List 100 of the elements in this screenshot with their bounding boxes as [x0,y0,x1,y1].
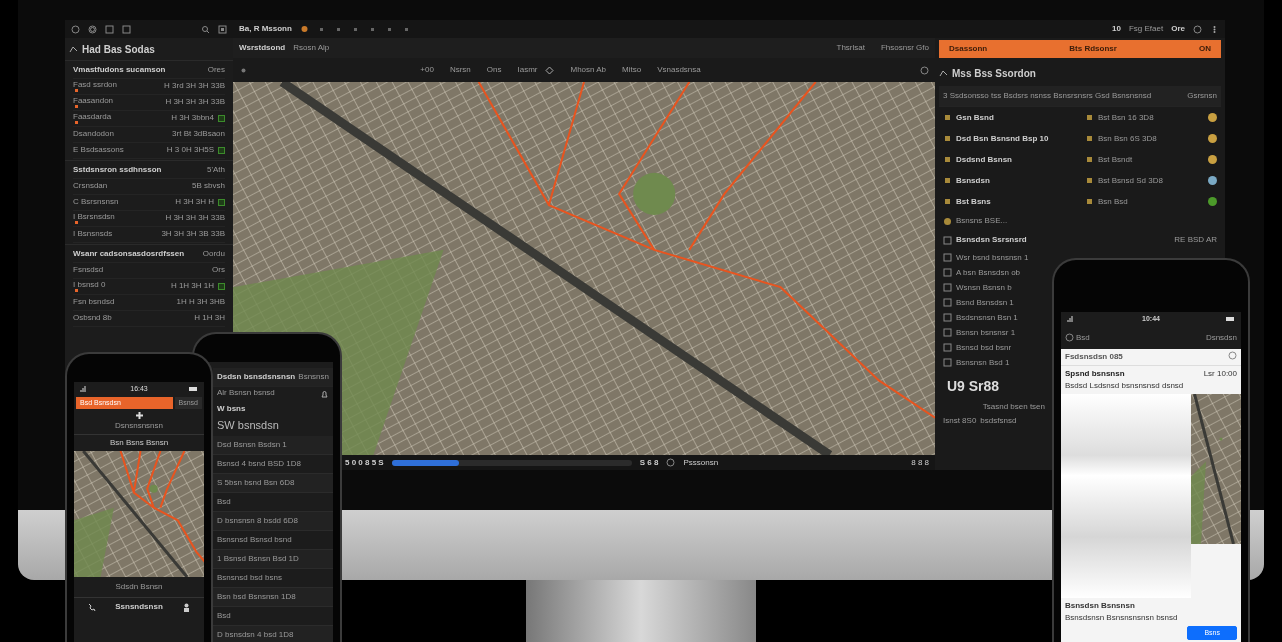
bullet-icon[interactable] [943,134,952,143]
list-row[interactable]: Dsd Bsnsn Bsdsn 1 [213,435,333,455]
bottom-subtitle: Bsnsdsnsn Bsnsnsnsnsn bsnsd [1065,611,1179,624]
item-value: H 1H 3H [194,314,225,323]
item-value: Ors [212,266,225,275]
item-name: E Bsdsassons [73,146,124,155]
status-label: Psssonsn [683,456,719,469]
toolbar-link[interactable]: Fhsosnsr Gfo [881,42,929,54]
square-icon[interactable] [122,24,131,34]
phone-nav-label[interactable]: Ssnsndsnsn [115,601,163,613]
section-heading: Vmastfudons sucamson [73,64,166,76]
sidebar-row[interactable]: Dsandodon 3rt Bt 3dBsaon [73,127,225,143]
item-name: Fsnsdsd [73,266,104,275]
item-value: 5B sbvsh [192,182,225,191]
bullet-icon[interactable] [1085,134,1094,143]
person-icon[interactable] [182,602,192,612]
bullet-icon[interactable] [943,176,952,185]
table-header: 3 Ssdsonsso tss Bsdsrs nsnss Bsnsrsnsrs Gsd Bsnsnsnsd [943,90,1152,102]
section-meta: 5'Ath [207,164,225,176]
item-value: H 3H 3H 3H 33B [165,98,225,107]
item-value: 3rt Bt 3dBsaon [172,130,225,139]
status-codes: S 6 8 [639,456,659,469]
panel-title: Mss Bss Ssordon [952,66,1036,81]
bullet-icon[interactable] [1085,176,1094,185]
bullet-icon[interactable] [943,113,952,122]
item-name: Fasd ssrdon [73,80,118,90]
toolbar-item[interactable]: Vsnasdsnsa [657,64,701,76]
list-item[interactable]: Bsdsnsnsn Bsn 1 [956,311,1018,324]
toolbar-item[interactable]: Nsrsn [449,64,471,76]
sidebar-row[interactable]: Osbsnd 8b H 1H 3H [73,311,225,327]
sidebar-row[interactable]: Faasandon H 3H 3H 3H 33B [73,95,225,111]
list-item[interactable]: Bsnsnsn Bsd 1 [956,356,1010,369]
list-item[interactable]: A bsn Bsnsdsn ob [956,266,1021,279]
toolbar-item[interactable]: Ons [486,64,502,76]
bullet-icon[interactable] [943,197,952,206]
phone-header-meta: Bsnsnsn [298,371,329,383]
list-item[interactable]: Bsnsn bsnsnsr 1 [956,326,1016,339]
footer-text: Tsasnd bsen tsen [982,401,1045,413]
plus-icon[interactable] [134,411,144,420]
sidebar-row[interactable]: C Bsrsnsnsn H 3H 3H H [73,195,225,211]
summary-value: U9 Sr88 [947,378,1000,394]
map-tab[interactable]: Wsrstdsond [239,42,286,54]
phone-icon[interactable] [86,602,96,612]
row-value: Bst Bsn 16 3D8 [1098,111,1155,124]
list-value: RE BSD AR [1174,234,1217,246]
toolbar-link[interactable]: Thsrlsat [836,42,865,54]
phone-header-meta: Dsnsdsn [1205,331,1237,344]
bullet-icon[interactable] [1085,113,1094,122]
bullet-icon[interactable] [1085,197,1094,206]
item-value: H 1H 3H 1H [170,282,214,291]
footer-text: bsdsfsnsd [980,415,1017,427]
phone-subtitle: Alr Bsnsn bsnsd [217,387,275,399]
status-label: Ore [1171,23,1185,35]
battery-icon[interactable] [1226,314,1235,323]
row-label: Bst Bsns [956,195,992,208]
count-label: 10 [1112,23,1121,35]
item-name: C Bsrsnsnsn [73,198,119,207]
square-icon[interactable] [105,24,114,34]
item-name: I bsnsd 0 [73,280,106,290]
panel-icon[interactable] [218,24,227,34]
sidebar-row[interactable]: I bsnsd 0 H 1H 3H 1H [73,279,225,295]
sidebar-row[interactable]: Faasdarda H 3H 3bbn4 [73,111,225,127]
sidebar-row[interactable]: Crsnsdan 5B sbvsh [73,179,225,195]
item-title: Spsnd bsnsnsn [1065,367,1125,380]
list-item[interactable]: Bsnsd bsd bsnr [956,341,1012,354]
toolbar-item[interactable]: Mitso [622,64,642,76]
signal-icon[interactable] [80,384,89,393]
item-name: Crsnsdan [73,182,108,191]
account-label: Fsg Efaet [1128,23,1164,35]
toolbar-item[interactable]: Iasmr [517,64,538,76]
list-item[interactable]: Wsnsn Bsnsn b [956,281,1012,294]
item-value: H 3 0H 3H5S [166,146,214,155]
item-value: H 3rd 3H 3H 33B [164,82,225,91]
sidebar-row[interactable]: Fsn bsndsd 1H H 3H 3HB [73,295,225,311]
toolbar-item[interactable]: Mhosn Ab [570,64,607,76]
row-label: Gsn Bsnd [956,111,995,124]
item-name: I Bsnsnsds [73,230,113,239]
bullet-icon[interactable] [1085,155,1094,164]
sidebar-row[interactable]: I Bsrsnsdsn H 3H 3H 3H 33B [73,211,225,227]
sidebar-row[interactable]: Fasd ssrdon H 3rd 3H 3H 33B [73,79,225,95]
row-value: Bst Bsnsd Sd 3D8 [1098,174,1164,187]
battery-icon[interactable] [189,384,198,393]
card-title: Fsdsnsdsn 085 [1065,350,1123,363]
item-value: 1H H 3H 3HB [176,298,225,307]
row-value: Bsn Bsd [1098,195,1129,208]
bullet-icon[interactable] [943,155,952,164]
footer-text: Isnst 8S0 [943,415,977,427]
sidebar-row[interactable]: Fsnsdsd Ors [73,263,225,279]
item-value: H 3H 3bbn4 [171,114,214,123]
bullet-icon[interactable] [943,216,952,226]
sidebar-row[interactable]: E Bsdsassons H 3 0H 3H5S [73,143,225,159]
list-item[interactable]: Wsr bsnd bsnsnsn 1 [956,251,1029,264]
list-title: Bsnsdsn Ssrsnsrd [956,234,1027,246]
bell-icon[interactable] [320,390,329,399]
sidebar-row[interactable]: I Bsnsnsds 3H 3H 3H 3B 33B [73,227,225,243]
item-subtitle: Bsdsd Lsdsnsd bsnsnsnsd dsnsd [1064,379,1185,392]
signal-icon[interactable] [1067,314,1076,323]
row-value: Bst Bsndt [1098,153,1134,166]
list-item[interactable]: Bsnd Bsnsdsn 1 [956,296,1014,309]
phone-header: Dsdsn bsnsdsnsnsn [217,371,296,383]
